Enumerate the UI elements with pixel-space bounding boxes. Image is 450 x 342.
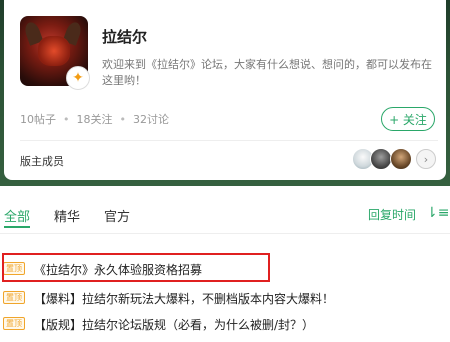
forum-stats: 10帖子 • 18关注 • 32讨论 xyxy=(20,111,169,127)
forum-title: 拉结尔 xyxy=(102,28,148,46)
post-title[interactable]: 【版规】拉结尔论坛版规（必看，为什么被删/封？） xyxy=(34,316,314,333)
chevron-right-icon[interactable]: › xyxy=(416,149,436,169)
tab-all[interactable]: 全部 xyxy=(4,206,30,225)
tabs-divider xyxy=(0,233,450,234)
follow-button[interactable]: + 关注 xyxy=(381,107,435,131)
pinned-post-row[interactable]: 置顶 【爆料】拉结尔新玩法大爆料，不删档版本内容大爆料！ xyxy=(0,285,450,311)
pinned-tag: 置顶 xyxy=(3,317,25,330)
forum-description: 欢迎来到《拉结尔》论坛，大家有什么想说、想问的，都可以发布在这里哟！ xyxy=(102,58,432,87)
active-tab-indicator xyxy=(4,226,30,228)
tencent-games-icon: ✦ xyxy=(66,66,90,90)
card-divider xyxy=(20,140,438,141)
moderator-avatar-2[interactable] xyxy=(370,148,392,170)
post-filter-tabs: 全部 精华 官方 回复时间 ⇂≡ xyxy=(0,200,450,230)
tab-featured[interactable]: 精华 xyxy=(54,206,80,225)
stats-separator: • xyxy=(63,113,70,126)
pinned-post-row[interactable]: 置顶 【版规】拉结尔论坛版规（必看，为什么被删/封？） xyxy=(0,311,450,337)
stats-separator: • xyxy=(119,113,127,126)
pinned-tag: 置顶 xyxy=(3,291,25,304)
discussions-count: 32讨论 xyxy=(133,113,169,126)
sort-by-reply-time[interactable]: 回复时间 xyxy=(368,206,416,223)
icon-art-face xyxy=(38,36,70,66)
moderator-avatar-3[interactable] xyxy=(390,148,412,170)
forum-info-card: ✦ 拉结尔 欢迎来到《拉结尔》论坛，大家有什么想说、想问的，都可以发布在这里哟！… xyxy=(4,0,446,180)
post-title[interactable]: 【爆料】拉结尔新玩法大爆料，不删档版本内容大爆料！ xyxy=(34,290,334,307)
sort-icon[interactable]: ⇂≡ xyxy=(426,205,449,221)
highlight-annotation-box xyxy=(2,253,270,282)
moderators-label[interactable]: 版主成员 xyxy=(20,153,64,169)
posts-count: 10帖子 xyxy=(20,113,56,126)
tab-official[interactable]: 官方 xyxy=(104,206,130,225)
follows-count: 18关注 xyxy=(76,113,113,126)
